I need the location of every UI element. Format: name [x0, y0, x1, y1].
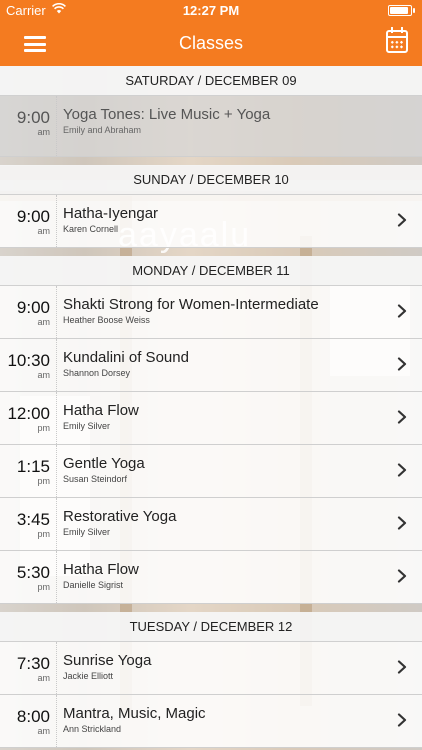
time-box: 5:30 pm	[0, 551, 57, 603]
class-name: Hatha-Iyengar	[63, 205, 159, 222]
battery-icon	[388, 5, 415, 16]
class-name: Shakti Strong for Women-Intermediate	[63, 296, 319, 313]
class-ampm: pm	[37, 582, 50, 592]
class-time: 3:45	[16, 510, 50, 529]
class-time: 10:30	[7, 351, 50, 370]
time-box: 3:45 pm	[0, 498, 57, 550]
class-teacher: Emily Silver	[63, 527, 111, 537]
class-ampm: am	[37, 726, 50, 736]
class-name: Mantra, Music, Magic	[63, 705, 206, 722]
class-time: 9:00	[16, 108, 50, 127]
page-title: Classes	[178, 33, 244, 53]
class-ampm: pm	[37, 423, 50, 433]
class-time: 12:00	[7, 404, 50, 423]
time-box: 1:15 pm	[0, 445, 57, 497]
class-name: Sunrise Yoga	[63, 652, 152, 669]
class-name: Hatha Flow	[63, 402, 139, 419]
class-row[interactable]: 12:00 pm Hatha Flow Emily Silver	[0, 392, 422, 445]
chevron-right-icon	[397, 213, 407, 227]
class-teacher: Karen Cornell	[63, 224, 119, 234]
chevron-right-icon	[397, 516, 407, 530]
chevron-right-icon	[397, 713, 407, 727]
class-teacher: Emily and Abraham	[63, 125, 142, 135]
class-teacher: Jackie Elliott	[63, 671, 114, 681]
class-teacher: Danielle Sigrist	[63, 580, 124, 590]
class-time: 9:00	[16, 298, 50, 317]
day-header: TUESDAY / DECEMBER 12	[0, 612, 422, 642]
class-name: Restorative Yoga	[63, 508, 177, 525]
class-ampm: pm	[37, 476, 50, 486]
class-teacher: Shannon Dorsey	[63, 368, 131, 378]
calendar-icon[interactable]	[386, 27, 408, 53]
chevron-right-icon	[397, 410, 407, 424]
class-time: 7:30	[16, 654, 50, 673]
class-time: 9:00	[16, 207, 50, 226]
chevron-right-icon	[397, 357, 407, 371]
class-name: Gentle Yoga	[63, 455, 145, 472]
chevron-right-icon	[397, 304, 407, 318]
class-time: 1:15	[16, 457, 50, 476]
class-teacher: Emily Silver	[63, 421, 111, 431]
class-time: 8:00	[16, 707, 50, 726]
class-row[interactable]: 9:00 am Hatha-Iyengar Karen Cornell	[0, 195, 422, 248]
chevron-right-icon	[397, 463, 407, 477]
class-row[interactable]: 8:00 am Mantra, Music, Magic Ann Strickland	[0, 695, 422, 748]
class-row[interactable]: 5:30 pm Hatha Flow Danielle Sigrist	[0, 551, 422, 604]
class-time: 5:30	[16, 563, 50, 582]
time-box: 10:30 am	[0, 339, 57, 391]
class-name: Yoga Tones: Live Music + Yoga	[63, 106, 271, 123]
class-teacher: Susan Steindorf	[63, 474, 128, 484]
time-box: 7:30 am	[0, 642, 57, 694]
day-header: SATURDAY / DECEMBER 09	[0, 66, 422, 96]
class-row[interactable]: 1:15 pm Gentle Yoga Susan Steindorf	[0, 445, 422, 498]
time-box: 9:00 am	[0, 286, 57, 338]
class-teacher: Heather Boose Weiss	[63, 315, 150, 325]
time-box: 9:00 am	[0, 195, 57, 247]
status-bar: Carrier 12:27 PM	[0, 0, 422, 22]
time-box: 9:00 am	[0, 96, 57, 156]
nav-bar: Classes	[0, 22, 422, 66]
class-ampm: am	[37, 370, 50, 380]
class-ampm: am	[37, 317, 50, 327]
class-row[interactable]: 7:30 am Sunrise Yoga Jackie Elliott	[0, 642, 422, 695]
class-ampm: am	[37, 127, 50, 137]
day-header: SUNDAY / DECEMBER 10	[0, 165, 422, 195]
time-box: 12:00 pm	[0, 392, 57, 444]
status-time: 12:27 PM	[182, 3, 240, 18]
class-row[interactable]: 9:00 am Shakti Strong for Women-Intermedia…	[0, 286, 422, 339]
class-row[interactable]: 10:30 am Kundalini of Sound Shannon Dorsey	[0, 339, 422, 392]
class-ampm: am	[37, 673, 50, 683]
battery-level	[390, 7, 409, 14]
class-row[interactable]: 3:45 pm Restorative Yoga Emily Silver	[0, 498, 422, 551]
class-row[interactable]: 9:00 am Yoga Tones: Live Music + Yoga Emily…	[0, 96, 422, 157]
chevron-right-icon	[397, 660, 407, 674]
class-name: Kundalini of Sound	[63, 349, 189, 366]
top-bar: Carrier 12:27 PM Classes	[0, 0, 422, 66]
chevron-right-icon	[397, 569, 407, 583]
class-list: SATURDAY / DECEMBER 09 9:00 am Yoga Tones: …	[0, 66, 422, 748]
class-ampm: am	[37, 226, 50, 236]
time-box: 8:00 am	[0, 695, 57, 747]
class-teacher: Ann Strickland	[63, 724, 122, 734]
class-ampm: pm	[37, 529, 50, 539]
class-name: Hatha Flow	[63, 561, 139, 578]
day-header: MONDAY / DECEMBER 11	[0, 256, 422, 286]
